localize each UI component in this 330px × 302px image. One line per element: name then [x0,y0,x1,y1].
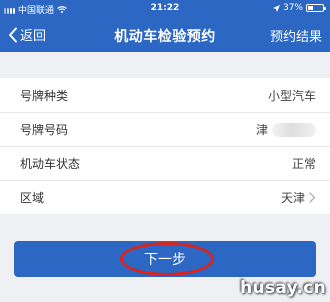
vehicle-status-row: 机动车状态 正常 [0,146,330,180]
next-step-label: 下一步 [144,252,186,268]
plate-number-label: 号牌号码 [20,123,69,137]
redacted-plate-blur [272,122,316,137]
vehicle-info-form: 号牌种类 小型汽车 号牌号码 津 机动车状态 正常 区域 天津 [0,78,330,214]
appointment-results-link[interactable]: 预约结果 [270,26,322,45]
region-value: 天津 [280,191,305,205]
region-value-group: 天津 [281,189,316,206]
status-bar: 中国联通 21:22 37% [0,0,330,18]
plate-number-row[interactable]: 号牌号码 津 [0,112,330,146]
status-right: 37% [272,3,326,13]
next-step-button[interactable]: 下一步 [14,241,316,277]
region-row[interactable]: 区域 天津 [0,180,330,214]
battery-fill [308,6,313,10]
nav-bar: 返回 机动车检验预约 预约结果 [0,18,330,52]
plate-type-value: 小型汽车 [267,88,316,103]
location-icon [272,4,280,12]
battery-icon [306,4,326,12]
region-label: 区域 [20,191,45,205]
vehicle-status-value: 正常 [291,157,316,171]
plate-type-row[interactable]: 号牌种类 小型汽车 [0,78,330,112]
plate-number-prefix: 津 [255,123,268,137]
plate-type-label: 号牌种类 [20,88,69,103]
chevron-right-icon [309,192,316,203]
battery-percent: 37% [282,3,303,13]
watermark: husay.cn [240,278,326,298]
vehicle-status-label: 机动车状态 [20,157,81,171]
plate-number-value-group: 津 [256,121,316,138]
